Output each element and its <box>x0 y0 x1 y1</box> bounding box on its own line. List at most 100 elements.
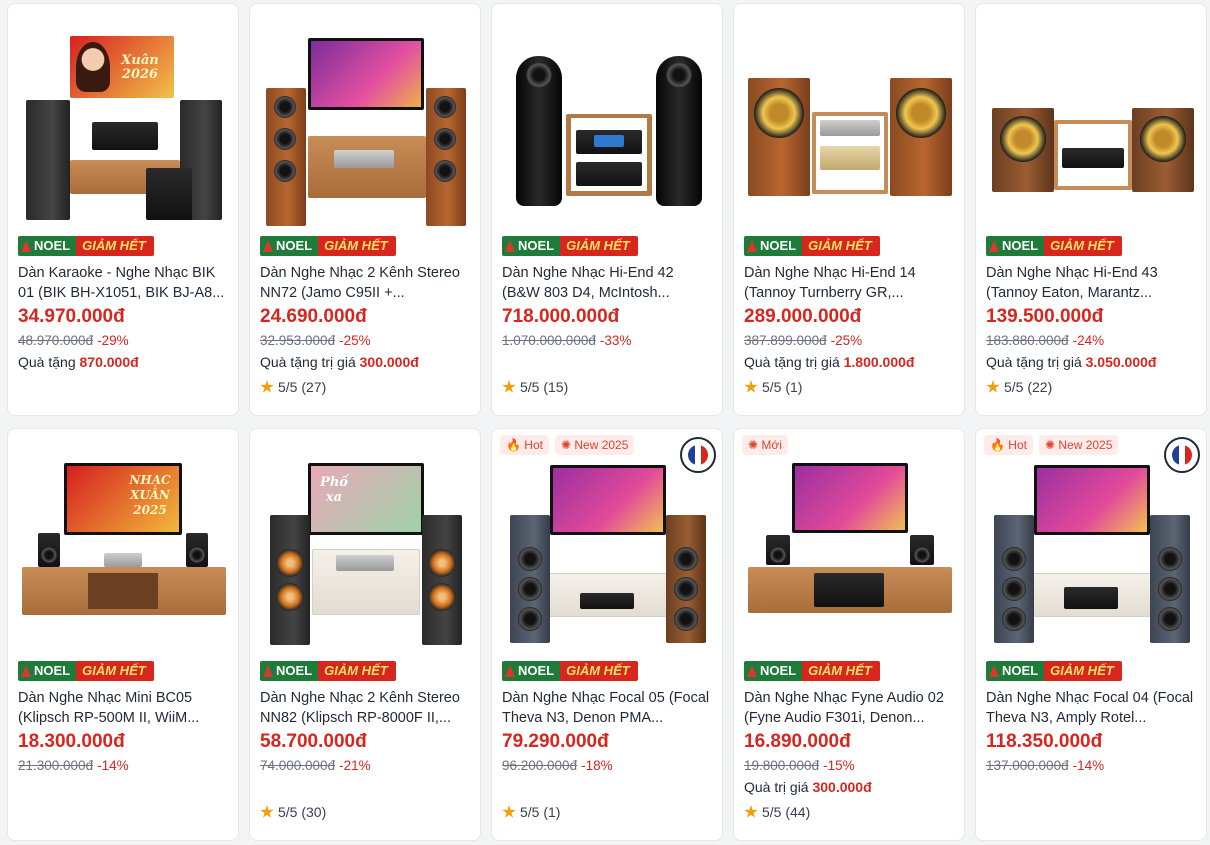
product-price: 718.000.000đ <box>502 306 620 327</box>
product-card[interactable]: NOEL GIẢM HẾT Dàn Nghe Nhạc Hi-End 14 (T… <box>733 3 965 416</box>
promo-badge: NOEL GIẢM HẾT <box>18 661 154 681</box>
old-price: 137.000.000đ <box>986 758 1069 773</box>
old-price: 48.970.000đ <box>18 333 94 348</box>
tv-caption: Phố xa <box>320 475 348 505</box>
old-price-row: 137.000.000đ -14% <box>986 758 1104 773</box>
product-image[interactable] <box>744 437 956 657</box>
old-price-row: 96.200.000đ -18% <box>502 758 613 773</box>
product-card[interactable]: Phố xa NOEL GIẢM HẾT Dàn Nghe Nhạc 2 Kên… <box>249 428 481 841</box>
product-image[interactable] <box>502 12 714 232</box>
product-image[interactable] <box>986 12 1198 232</box>
tag-list: ✺ Mới <box>742 435 788 455</box>
product-title[interactable]: Dàn Nghe Nhạc Hi-End 42 (B&W 803 D4, McI… <box>502 263 714 303</box>
product-card[interactable]: 🔥 Hot ✺ New 2025 NOEL GIẢM HẾT Dàn Nghe … <box>491 428 723 841</box>
promo-badge: NOEL GIẢM HẾT <box>986 661 1122 681</box>
product-card[interactable]: NOEL GIẢM HẾT Dàn Nghe Nhạc Hi-End 43 (T… <box>975 3 1207 416</box>
promo-badge: NOEL GIẢM HẾT <box>744 236 880 256</box>
discount-percent: -21% <box>339 758 371 773</box>
product-price: 24.690.000đ <box>260 306 367 327</box>
tv-caption: Xuân 2026 <box>121 53 159 82</box>
product-card[interactable]: 🔥 Hot ✺ New 2025 NOEL GIẢM HẾT Dàn Nghe … <box>975 428 1207 841</box>
discount-percent: -33% <box>599 333 632 348</box>
rating: 5/5 (44) <box>744 804 810 820</box>
discount-percent: -25% <box>339 333 371 348</box>
new-tag: ✺ New 2025 <box>1038 435 1119 455</box>
product-card[interactable]: NOEL GIẢM HẾT Dàn Nghe Nhạc Hi-End 42 (B… <box>491 3 723 416</box>
promo-badge: NOEL GIẢM HẾT <box>502 661 638 681</box>
hot-tag: 🔥 Hot <box>500 435 549 455</box>
gift-value: 300.000đ <box>359 354 419 370</box>
product-title[interactable]: Dàn Karaoke - Nghe Nhạc BIK 01 (BIK BH-X… <box>18 263 230 303</box>
product-image[interactable] <box>986 437 1198 657</box>
gift-value: 3.050.000đ <box>1085 354 1157 370</box>
product-card[interactable]: NHẠC XUÂN 2025 NOEL GIẢM HẾT Dàn Nghe Nh… <box>7 428 239 841</box>
tv-screen <box>308 38 424 110</box>
rating: 5/5 (22) <box>986 379 1052 395</box>
discount-percent: -29% <box>97 333 129 348</box>
old-price: 183.880.000đ <box>986 333 1069 348</box>
product-price: 34.970.000đ <box>18 306 125 327</box>
old-price-row: 19.800.000đ -15% <box>744 758 855 773</box>
product-title[interactable]: Dàn Nghe Nhạc Focal 04 (Focal Theva N3, … <box>986 688 1198 728</box>
product-image[interactable] <box>744 12 956 232</box>
tv-screen: NHẠC XUÂN 2025 <box>64 463 182 535</box>
product-image[interactable] <box>502 437 714 657</box>
product-title[interactable]: Dàn Nghe Nhạc 2 Kênh Stereo NN72 (Jamo C… <box>260 263 472 303</box>
product-price: 118.350.000đ <box>986 731 1103 752</box>
discount-percent: -25% <box>830 333 863 348</box>
tag-list: 🔥 Hot ✺ New 2025 <box>984 435 1119 455</box>
old-price: 32.953.000đ <box>260 333 336 348</box>
old-price: 387.899.000đ <box>744 333 827 348</box>
promo-badge: NOEL GIẢM HẾT <box>986 236 1122 256</box>
tv-screen: Xuân 2026 <box>70 36 174 98</box>
france-flag-icon <box>1164 437 1200 473</box>
product-image[interactable]: Xuân 2026 <box>18 12 230 232</box>
old-price: 74.000.000đ <box>260 758 336 773</box>
gift-info: Quà tặng trị giá 300.000đ <box>260 354 419 370</box>
product-price: 289.000.000đ <box>744 306 862 327</box>
product-title[interactable]: Dàn Nghe Nhạc Hi-End 14 (Tannoy Turnberr… <box>744 263 956 303</box>
product-title[interactable]: Dàn Nghe Nhạc Hi-End 43 (Tannoy Eaton, M… <box>986 263 1198 303</box>
new-tag: ✺ Mới <box>742 435 788 455</box>
star-icon <box>260 805 274 818</box>
product-grid: Xuân 2026 NOEL GIẢM HẾT Dàn Karaoke - Ng… <box>0 0 1210 845</box>
old-price-row: 32.953.000đ -25% <box>260 333 371 348</box>
product-image[interactable]: NHẠC XUÂN 2025 <box>18 437 230 657</box>
product-card[interactable]: Xuân 2026 NOEL GIẢM HẾT Dàn Karaoke - Ng… <box>7 3 239 416</box>
old-price-row: 387.899.000đ -25% <box>744 333 862 348</box>
old-price-row: 48.970.000đ -29% <box>18 333 129 348</box>
france-flag-icon <box>680 437 716 473</box>
star-icon <box>744 805 758 818</box>
rating: 5/5 (15) <box>502 379 568 395</box>
product-price: 139.500.000đ <box>986 306 1104 327</box>
old-price: 1.070.000.000đ <box>502 333 596 348</box>
product-title[interactable]: Dàn Nghe Nhạc Focal 05 (Focal Theva N3, … <box>502 688 714 728</box>
product-price: 79.290.000đ <box>502 731 609 752</box>
star-icon <box>744 380 758 393</box>
product-image[interactable] <box>260 12 472 232</box>
discount-percent: -14% <box>97 758 129 773</box>
product-title[interactable]: Dàn Nghe Nhạc 2 Kênh Stereo NN82 (Klipsc… <box>260 688 472 728</box>
product-price: 58.700.000đ <box>260 731 367 752</box>
tv-screen <box>1034 465 1150 535</box>
tv-screen <box>550 465 666 535</box>
rating: 5/5 (1) <box>502 804 560 820</box>
product-image[interactable]: Phố xa <box>260 437 472 657</box>
tag-list: 🔥 Hot ✺ New 2025 <box>500 435 635 455</box>
product-title[interactable]: Dàn Nghe Nhạc Fyne Audio 02 (Fyne Audio … <box>744 688 956 728</box>
product-card[interactable]: ✺ Mới NOEL GIẢM HẾT Dàn Nghe Nhạc Fyne A… <box>733 428 965 841</box>
product-title[interactable]: Dàn Nghe Nhạc Mini BC05 (Klipsch RP-500M… <box>18 688 230 728</box>
product-card[interactable]: NOEL GIẢM HẾT Dàn Nghe Nhạc 2 Kênh Stere… <box>249 3 481 416</box>
tv-screen <box>792 463 908 533</box>
star-icon <box>502 805 516 818</box>
gift-info: Quà trị giá 300.000đ <box>744 779 872 795</box>
rating: 5/5 (30) <box>260 804 326 820</box>
star-icon <box>502 380 516 393</box>
gift-info: Quà tặng 870.000đ <box>18 354 139 370</box>
rating: 5/5 (1) <box>744 379 802 395</box>
gift-value: 870.000đ <box>79 354 139 370</box>
discount-percent: -15% <box>823 758 855 773</box>
promo-badge: NOEL GIẢM HẾT <box>502 236 638 256</box>
tv-caption: NHẠC XUÂN 2025 <box>129 473 171 517</box>
discount-percent: -24% <box>1072 333 1105 348</box>
